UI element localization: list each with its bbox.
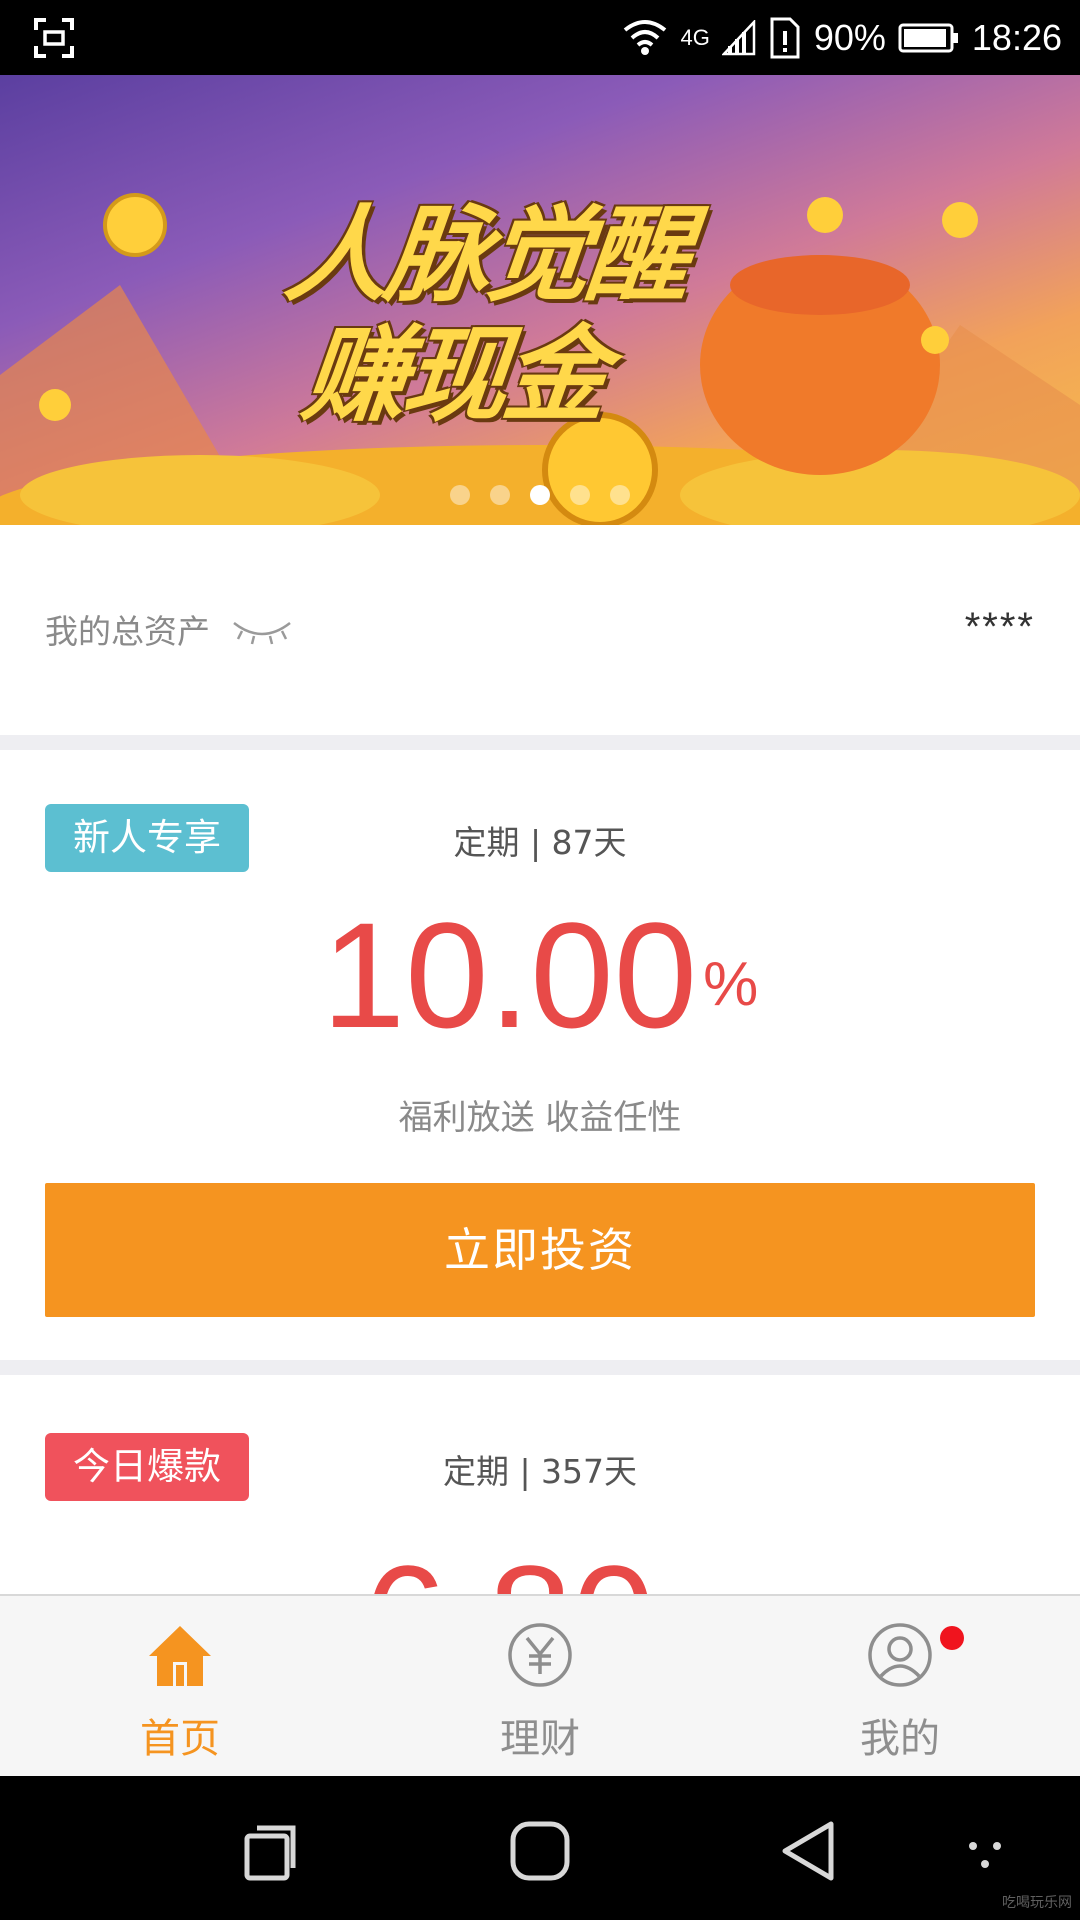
sim-alert-icon	[770, 17, 800, 58]
total-assets-section[interactable]: 我的总资产 ****	[0, 525, 1080, 735]
banner-headline-line2: 赚现金	[297, 314, 611, 436]
recent-apps-icon[interactable]	[235, 1816, 305, 1886]
total-assets-label: 我的总资产	[45, 612, 210, 651]
banner-headline: 人脉觉醒 赚现金	[187, 194, 772, 436]
clock: 18:26	[971, 16, 1062, 58]
product-term: 定期 | 357天	[442, 1452, 638, 1491]
carousel-dot-active[interactable]	[530, 485, 550, 505]
system-nav-bar: 吃喝玩乐网	[0, 1776, 1080, 1920]
total-assets-value: ****	[964, 605, 1035, 649]
back-icon[interactable]	[775, 1816, 845, 1886]
product-slogan: 福利放送 收益任性	[398, 1098, 682, 1138]
banner-headline-line1: 人脉觉醒	[279, 194, 693, 316]
product-rate: 10.00%	[0, 900, 1080, 1050]
yuan-icon	[508, 1623, 572, 1687]
carousel-dot[interactable]	[450, 485, 470, 505]
watermark: 吃喝玩乐网	[1002, 1895, 1072, 1911]
promo-banner[interactable]: 人脉觉醒 赚现金	[0, 75, 1080, 525]
carousel-dot[interactable]	[490, 485, 510, 505]
tab-mine-label: 我的	[860, 1716, 940, 1762]
tab-home[interactable]: 首页	[80, 1596, 280, 1778]
eye-closed-icon[interactable]	[232, 617, 292, 647]
home-button-icon[interactable]	[505, 1816, 575, 1886]
carousel-dots	[0, 485, 1080, 505]
battery-percent: 90%	[813, 16, 886, 58]
invest-now-button[interactable]: 立即投资	[45, 1183, 1035, 1317]
more-dots-icon[interactable]	[955, 1816, 1025, 1886]
product-rate: 6.80%	[0, 1543, 1080, 1594]
carousel-dot[interactable]	[610, 485, 630, 505]
product-rate-unit: %	[703, 950, 759, 1019]
battery-icon	[898, 23, 958, 52]
section-divider	[0, 1360, 1080, 1375]
bottom-tab-bar: 首页 理财 我的	[0, 1594, 1080, 1776]
product-term: 定期 | 87天	[453, 823, 627, 862]
section-divider	[0, 735, 1080, 750]
product-rate-value: 6.80	[363, 1534, 655, 1594]
network-type: 4G	[680, 24, 710, 50]
screenshot-icon	[34, 18, 74, 58]
tab-home-label: 首页	[140, 1716, 220, 1762]
signal-icon	[721, 19, 756, 55]
product-card-hot[interactable]: 今日爆款 定期 | 357天 6.80%	[0, 1375, 1080, 1594]
profile-icon	[868, 1623, 932, 1687]
tab-finance[interactable]: 理财	[440, 1596, 640, 1778]
product-rate-value: 10.00	[321, 891, 698, 1059]
tab-finance-label: 理财	[500, 1716, 580, 1762]
status-bar: 4G 90% 18:26	[0, 0, 1080, 75]
carousel-dot[interactable]	[570, 485, 590, 505]
product-card-newcomer[interactable]: 新人专享 定期 | 87天 10.00% 福利放送 收益任性 立即投资	[0, 750, 1080, 1360]
notification-badge	[940, 1626, 964, 1650]
wifi-icon	[624, 19, 667, 55]
home-icon	[149, 1626, 211, 1686]
tab-mine[interactable]: 我的	[800, 1596, 1000, 1778]
